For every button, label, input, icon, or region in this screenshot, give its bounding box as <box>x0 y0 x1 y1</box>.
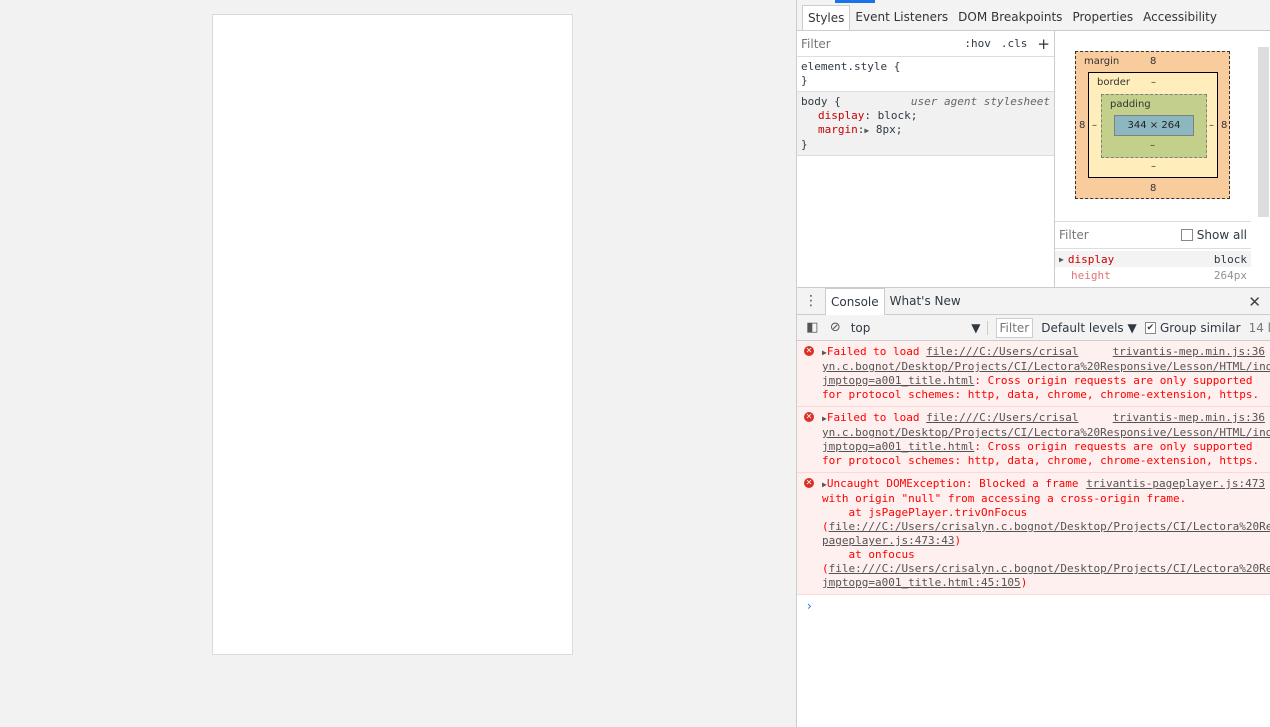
hidden-count: 14 l <box>1248 320 1270 335</box>
expand-triangle-icon[interactable]: ▶ <box>1059 255 1064 264</box>
url-link[interactable]: file:///C:/Users/crisalyn.c.bognot/Deskt… <box>822 520 1270 547</box>
rule-source: user agent stylesheet <box>910 95 1050 108</box>
margin-label: margin <box>1084 56 1120 67</box>
box-model-border[interactable]: border – – – – padding – 344 × 264 <box>1088 72 1218 178</box>
tab-dom-breakpoints[interactable]: DOM Breakpoints <box>953 4 1067 30</box>
tab-whats-new[interactable]: What's New <box>885 288 966 314</box>
expand-triangle-icon[interactable]: ▶ <box>864 126 869 135</box>
border-top-value: – <box>1151 77 1156 88</box>
computed-property-row[interactable]: height 264px <box>1055 267 1251 283</box>
element-style-rule[interactable]: element.style { } <box>797 57 1054 92</box>
error-icon: ✕ <box>804 478 814 488</box>
border-right-value: – <box>1209 120 1214 131</box>
tab-properties[interactable]: Properties <box>1067 4 1138 30</box>
padding-bottom-value: – <box>1150 140 1155 151</box>
computed-pane: margin 8 8 8 8 border – – – – padding – … <box>1055 31 1270 287</box>
page-viewport <box>0 0 796 727</box>
tab-styles[interactable]: Styles <box>802 4 851 30</box>
selected-node-highlight <box>835 0 875 3</box>
kebab-menu-icon[interactable]: ⋮ <box>797 293 825 309</box>
hov-toggle-button[interactable]: :hov <box>964 37 991 50</box>
cls-toggle-button[interactable]: .cls <box>1001 37 1028 50</box>
log-levels-dropdown[interactable]: Default levels ▼ <box>1041 321 1137 335</box>
console-filter-input[interactable]: Filter <box>995 317 1034 338</box>
group-similar-label: Group similar <box>1160 320 1241 335</box>
show-all-checkbox[interactable] <box>1180 229 1193 241</box>
body-rule-close: } <box>801 138 808 151</box>
close-icon[interactable]: ✕ <box>1248 293 1261 311</box>
console-messages: ✕ trivantis-mep.min.js:36 ▶Failed to loa… <box>797 341 1270 727</box>
box-model-padding[interactable]: padding – 344 × 264 <box>1101 94 1207 158</box>
element-style-selector: element.style { <box>801 60 901 73</box>
drawer-tab-bar: ⋮ Console What's New ✕ <box>797 287 1270 315</box>
styles-pane: Filter :hov .cls + element.style { } use… <box>797 31 1055 287</box>
group-similar-checkbox[interactable]: ✔ <box>1144 321 1156 334</box>
show-all-label: Show all <box>1196 228 1247 242</box>
css-property[interactable]: display: block; <box>801 109 1050 123</box>
css-property[interactable]: margin:▶ 8px; <box>801 123 1050 138</box>
console-error-message[interactable]: ✕ trivantis-mep.min.js:36 ▶Failed to loa… <box>797 341 1270 407</box>
console-error-message[interactable]: ✕ trivantis-mep.min.js:36 ▶Failed to loa… <box>797 407 1270 473</box>
tab-console[interactable]: Console <box>825 287 885 315</box>
source-link[interactable]: trivantis-mep.min.js:36 <box>1113 345 1265 359</box>
computed-filter-input[interactable]: Filter <box>1059 228 1181 242</box>
error-icon: ✕ <box>804 346 814 356</box>
body-style-rule[interactable]: user agent stylesheet body { display: bl… <box>797 92 1054 156</box>
border-left-value: – <box>1092 120 1097 131</box>
url-link[interactable]: file:///C:/Users/crisalyn.c.bognot/Deskt… <box>822 562 1270 589</box>
tab-accessibility[interactable]: Accessibility <box>1138 4 1222 30</box>
computed-filter-bar: Filter Show all <box>1055 221 1251 249</box>
prompt-chevron-icon: › <box>807 599 812 613</box>
box-model-margin[interactable]: margin 8 8 8 8 border – – – – padding – … <box>1075 51 1230 199</box>
margin-top-value: 8 <box>1150 56 1157 67</box>
element-style-close: } <box>801 74 808 87</box>
error-icon: ✕ <box>804 412 814 422</box>
console-error-message[interactable]: ✕ trivantis-pageplayer.js:473 ▶Uncaught … <box>797 473 1270 595</box>
margin-left-value: 8 <box>1079 120 1086 131</box>
sidebar-toggle-icon[interactable]: ◧ <box>805 320 820 335</box>
tab-event-listeners[interactable]: Event Listeners <box>850 4 953 30</box>
stack-frame: at onfocus (file:///C:/Users/crisalyn.c.… <box>822 548 1270 590</box>
devtools-panel: Styles Event Listeners DOM Breakpoints P… <box>796 0 1270 727</box>
border-label: border <box>1097 77 1131 88</box>
context-selector[interactable]: top ▼ <box>851 320 988 335</box>
dropdown-arrow-icon: ▼ <box>1127 320 1137 335</box>
new-style-rule-button[interactable]: + <box>1037 35 1050 53</box>
margin-bottom-value: 8 <box>1150 183 1157 194</box>
source-link[interactable]: trivantis-pageplayer.js:473 <box>1086 477 1265 491</box>
styles-sidebar-tabs: Styles Event Listeners DOM Breakpoints P… <box>797 4 1270 31</box>
computed-scrollbar[interactable] <box>1258 47 1269 217</box>
margin-right-value: 8 <box>1221 120 1228 131</box>
source-link[interactable]: trivantis-mep.min.js:36 <box>1113 411 1265 425</box>
computed-property-row[interactable]: ▶ display block <box>1055 251 1251 267</box>
dropdown-arrow-icon: ▼ <box>971 320 981 335</box>
console-toolbar: ◧ ⊘ top ▼ Filter Default levels ▼ ✔ Group… <box>797 315 1270 341</box>
styles-filter-bar: Filter :hov .cls + <box>797 31 1054 57</box>
stack-frame: at jsPagePlayer.trivOnFocus (file:///C:/… <box>822 506 1270 548</box>
padding-label: padding <box>1110 99 1151 110</box>
box-model-content[interactable]: 344 × 264 <box>1114 115 1194 136</box>
console-prompt[interactable]: › <box>797 595 1270 617</box>
styles-filter-input[interactable]: Filter <box>801 37 954 51</box>
border-bottom-value: – <box>1151 161 1156 172</box>
page-content-card <box>212 14 573 655</box>
clear-console-icon[interactable]: ⊘ <box>828 320 843 335</box>
